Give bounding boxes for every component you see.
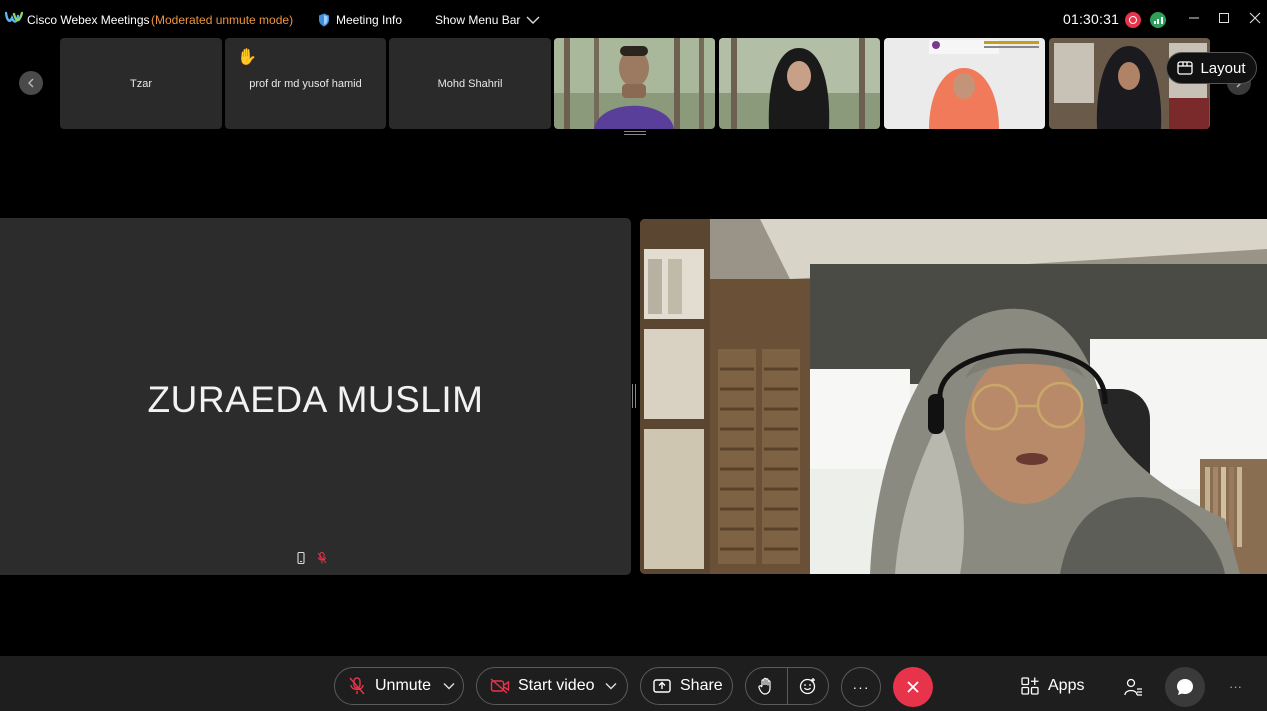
reaction-icon [799,678,815,695]
raise-hand-button[interactable] [746,677,787,695]
webex-logo-icon [5,11,23,23]
meeting-timer: 01:30:31 [1063,11,1120,27]
stage-participant-video[interactable] [640,219,1267,574]
reactions-group [745,667,829,705]
stage-participant-name: ZURAEDA MUSLIM [147,379,484,420]
apps-icon [1021,677,1039,695]
chevron-left-icon [28,78,34,88]
unmute-mode-label: (Moderated unmute mode) [151,13,294,27]
share-button[interactable]: Share [640,667,733,705]
reactions-button[interactable] [787,677,828,695]
apps-button[interactable]: Apps [1020,671,1084,701]
start-video-label: Start video [518,677,595,694]
participants-button[interactable] [1113,667,1153,707]
shield-icon [319,13,329,27]
layout-icon [1177,61,1194,75]
share-icon [653,679,671,693]
participant-name: Mohd Shahril [437,77,503,90]
participant-video-tile-2[interactable] [719,38,880,129]
filmstrip-resize-handle[interactable] [624,131,646,135]
minimize-icon[interactable] [1184,8,1204,28]
close-icon [907,681,919,693]
mic-muted-icon [317,552,327,564]
participant-name: Tzar [130,77,152,90]
meeting-info-label: Meeting Info [336,13,403,27]
network-stats-icon[interactable] [1150,12,1166,28]
participant-filmstrip: Tzar ✋ prof dr md yusof hamid Mohd Shahr… [0,38,1267,130]
chevron-down-icon[interactable] [443,682,455,690]
maximize-icon[interactable] [1214,8,1234,28]
share-label: Share [680,677,723,694]
participant-video-tile-1[interactable] [554,38,715,129]
meeting-info-button[interactable]: Meeting Info [318,11,402,29]
chevron-down-icon[interactable] [605,682,617,690]
overflow-menu-glyph: ··· [1229,678,1242,694]
meeting-controls-bar: Unmute Start video Share ··· Apps ··· [0,656,1267,711]
show-menu-bar-label: Show Menu Bar [435,13,521,27]
chevron-down-icon [526,16,540,24]
chat-button[interactable] [1165,667,1205,707]
stage-participant-status [297,552,327,564]
participant-tile-yusof[interactable]: ✋ prof dr md yusof hamid [225,38,386,129]
layout-button[interactable]: Layout [1166,52,1257,84]
chat-icon [1177,679,1193,695]
apps-label: Apps [1048,677,1085,694]
stage-resize-handle[interactable] [632,384,636,408]
mic-muted-icon [349,677,365,695]
start-video-button[interactable]: Start video [476,667,628,705]
mobile-device-icon [297,552,305,564]
show-menu-bar-button[interactable]: Show Menu Bar [435,11,540,29]
filmstrip-prev-button[interactable] [19,71,43,95]
close-icon[interactable] [1245,8,1265,28]
more-options-button[interactable]: ··· [841,667,881,707]
raise-hand-icon: ✋ [237,49,257,66]
unmute-button[interactable]: Unmute [334,667,464,705]
participant-video [884,38,1045,129]
unmute-label: Unmute [375,677,432,694]
participant-name: prof dr md yusof hamid [249,77,362,90]
layout-label: Layout [1200,59,1246,77]
stage-participant-left[interactable]: ZURAEDA MUSLIM [0,218,631,575]
participant-video-tile-3[interactable] [884,38,1045,129]
raise-hand-icon [758,677,771,695]
recording-icon[interactable] [1125,12,1141,28]
participant-video [719,38,880,129]
participant-video [640,219,1267,574]
title-bar: Cisco Webex Meetings (Moderated unmute m… [0,0,1267,38]
more-options-glyph: ··· [852,679,870,695]
participant-tile-shahril[interactable]: Mohd Shahril [389,38,551,129]
app-title: Cisco Webex Meetings [27,13,150,27]
participant-video [554,38,715,129]
overflow-menu-button[interactable]: ··· [1229,671,1242,701]
participants-icon [1124,678,1142,696]
leave-meeting-button[interactable] [893,667,933,707]
video-off-icon [490,678,510,694]
participant-tile-tzar[interactable]: Tzar [60,38,222,129]
